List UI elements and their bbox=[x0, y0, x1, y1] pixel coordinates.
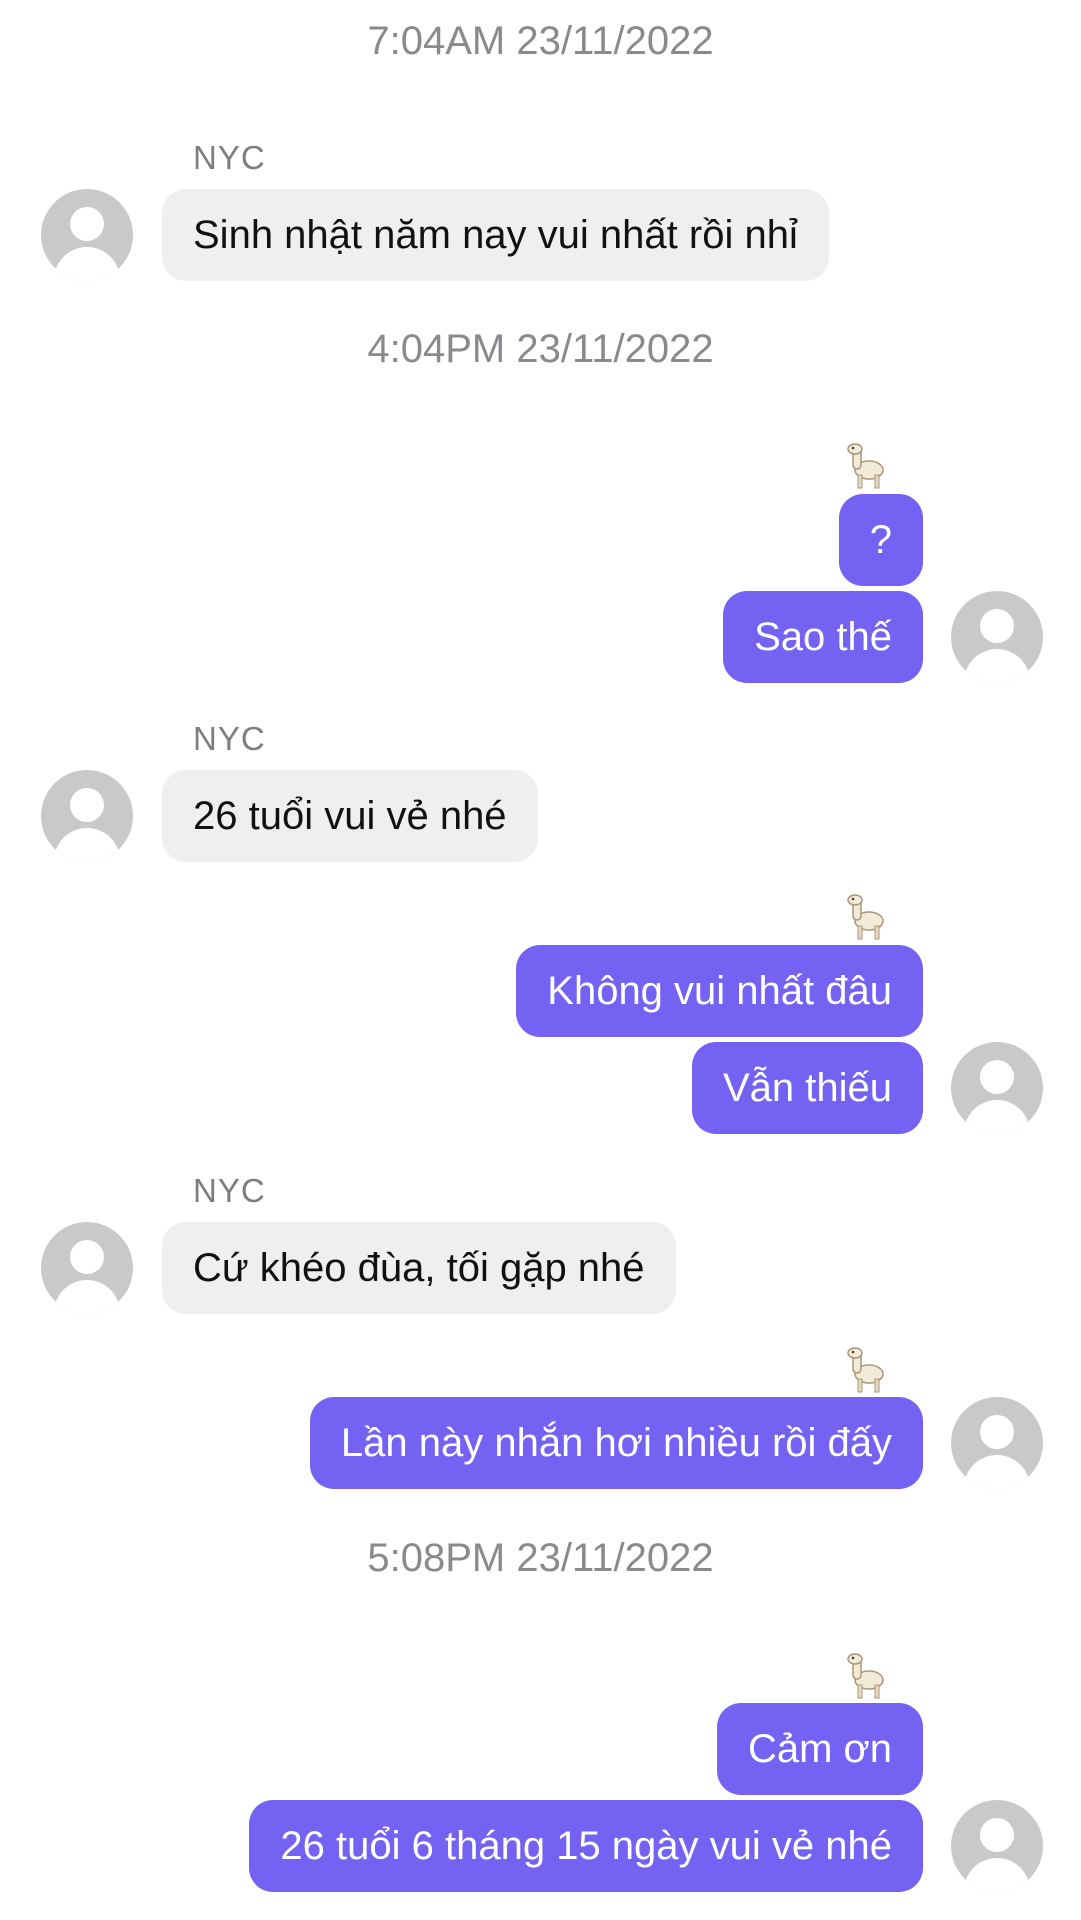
outgoing-message-bubble[interactable]: Lần này nhắn hơi nhiều rồi đấy bbox=[309, 1397, 923, 1489]
incoming-message-bubble[interactable]: 26 tuổi vui vẻ nhé bbox=[162, 770, 538, 862]
contact-avatar[interactable] bbox=[41, 189, 133, 281]
avatar-body-shape bbox=[964, 1455, 1030, 1489]
outgoing-message-bubble[interactable]: Sao thế bbox=[723, 591, 923, 683]
outgoing-message-bubble[interactable]: Vẫn thiếu bbox=[691, 1042, 923, 1134]
llama-icon[interactable] bbox=[845, 1651, 891, 1701]
user-avatar[interactable] bbox=[951, 1042, 1043, 1134]
sender-name: NYC bbox=[193, 1172, 266, 1209]
contact-avatar[interactable] bbox=[41, 1222, 133, 1314]
incoming-message-bubble[interactable]: Sinh nhật năm nay vui nhất rồi nhỉ bbox=[162, 189, 829, 281]
avatar-body-shape bbox=[54, 1280, 120, 1314]
avatar-body-shape bbox=[964, 649, 1030, 683]
user-avatar[interactable] bbox=[951, 1800, 1043, 1892]
outgoing-message-bubble[interactable]: ? bbox=[838, 494, 923, 586]
avatar-body-shape bbox=[54, 828, 120, 862]
incoming-message-bubble[interactable]: Cứ khéo đùa, tối gặp nhé bbox=[162, 1222, 676, 1314]
avatar-head-shape bbox=[70, 788, 104, 822]
llama-icon[interactable] bbox=[845, 892, 891, 942]
contact-avatar[interactable] bbox=[41, 770, 133, 862]
avatar-body-shape bbox=[54, 247, 120, 281]
avatar-head-shape bbox=[980, 1818, 1014, 1852]
avatar-head-shape bbox=[70, 207, 104, 241]
outgoing-message-bubble[interactable]: 26 tuổi 6 tháng 15 ngày vui vẻ nhé bbox=[249, 1800, 923, 1892]
timestamp: 4:04PM 23/11/2022 bbox=[367, 327, 714, 371]
avatar-head-shape bbox=[980, 1060, 1014, 1094]
user-avatar[interactable] bbox=[951, 1397, 1043, 1489]
outgoing-message-bubble[interactable]: Không vui nhất đâu bbox=[516, 945, 923, 1037]
avatar-body-shape bbox=[964, 1100, 1030, 1134]
llama-icon[interactable] bbox=[845, 441, 891, 491]
avatar-head-shape bbox=[70, 1240, 104, 1274]
outgoing-message-bubble[interactable]: Cảm ơn bbox=[716, 1703, 923, 1795]
avatar-body-shape bbox=[964, 1858, 1030, 1892]
sender-name: NYC bbox=[193, 139, 266, 176]
avatar-head-shape bbox=[980, 609, 1014, 643]
user-avatar[interactable] bbox=[951, 591, 1043, 683]
sender-name: NYC bbox=[193, 720, 266, 757]
llama-icon[interactable] bbox=[845, 1345, 891, 1395]
avatar-head-shape bbox=[980, 1415, 1014, 1449]
timestamp: 7:04AM 23/11/2022 bbox=[367, 19, 714, 63]
timestamp: 5:08PM 23/11/2022 bbox=[367, 1536, 714, 1580]
